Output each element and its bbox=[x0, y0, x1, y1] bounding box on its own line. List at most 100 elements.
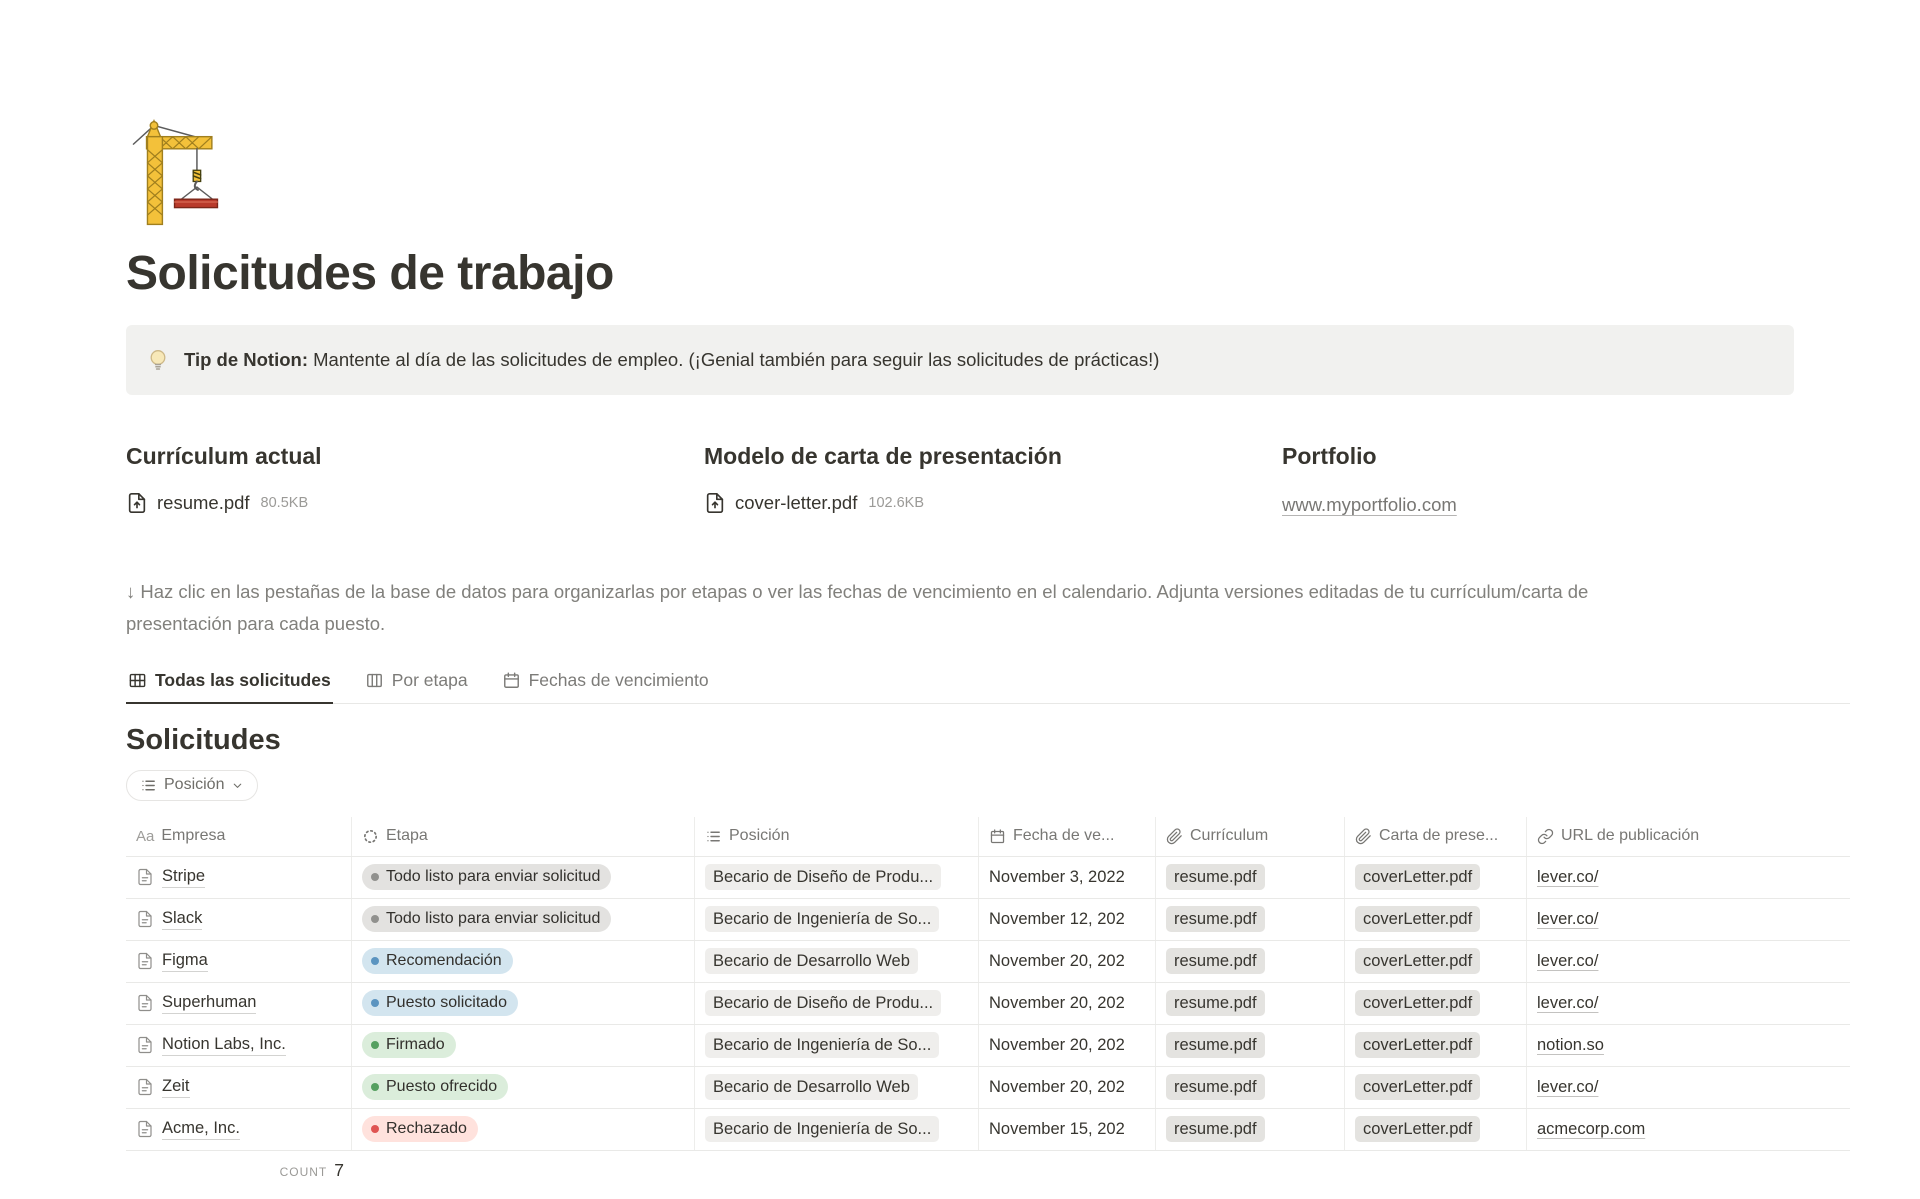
due-date-cell[interactable]: November 20, 202 bbox=[979, 1067, 1156, 1108]
resume-cell[interactable]: resume.pdf bbox=[1156, 941, 1345, 982]
company-cell[interactable]: Stripe bbox=[126, 857, 352, 898]
stage-cell[interactable]: Puesto solicitado bbox=[352, 983, 695, 1024]
tab-todas-las-solicitudes[interactable]: Todas las solicitudes bbox=[126, 662, 333, 704]
column-header-url[interactable]: URL de publicación bbox=[1527, 817, 1850, 856]
column-header-curriculum[interactable]: Currículum bbox=[1156, 817, 1345, 856]
company-name[interactable]: Figma bbox=[162, 951, 208, 972]
company-cell[interactable]: Notion Labs, Inc. bbox=[126, 1025, 352, 1066]
stage-cell[interactable]: Todo listo para enviar solicitud bbox=[352, 899, 695, 940]
posting-url-link[interactable]: lever.co/ bbox=[1537, 868, 1598, 887]
cover-letter-cell[interactable]: coverLetter.pdf bbox=[1345, 899, 1527, 940]
stage-cell[interactable]: Puesto ofrecido bbox=[352, 1067, 695, 1108]
construction-crane-icon[interactable] bbox=[126, 118, 238, 230]
stage-cell[interactable]: Recomendación bbox=[352, 941, 695, 982]
posting-url-link[interactable]: lever.co/ bbox=[1537, 952, 1598, 971]
cover-letter-cell[interactable]: coverLetter.pdf bbox=[1345, 1067, 1527, 1108]
resume-cell[interactable]: resume.pdf bbox=[1156, 899, 1345, 940]
column-header-posicion[interactable]: Posición bbox=[695, 817, 979, 856]
due-date-cell[interactable]: November 20, 202 bbox=[979, 1025, 1156, 1066]
cover-letter-cell[interactable]: coverLetter.pdf bbox=[1345, 1025, 1527, 1066]
position-cell[interactable]: Becario de Desarrollo Web bbox=[695, 941, 979, 982]
position-filter-button[interactable]: Posición bbox=[126, 770, 258, 801]
column-header-fecha[interactable]: Fecha de ve... bbox=[979, 817, 1156, 856]
company-cell[interactable]: Acme, Inc. bbox=[126, 1109, 352, 1150]
resume-file[interactable]: resume.pdf 80.5KB bbox=[126, 492, 704, 514]
company-name[interactable]: Superhuman bbox=[162, 993, 256, 1014]
cover-letter-file[interactable]: cover-letter.pdf 102.6KB bbox=[704, 492, 1282, 514]
position-cell[interactable]: Becario de Diseño de Produ... bbox=[695, 857, 979, 898]
notion-tip-callout[interactable]: Tip de Notion: Mantente al día de las so… bbox=[126, 325, 1794, 395]
stage-cell[interactable]: Todo listo para enviar solicitud bbox=[352, 857, 695, 898]
posting-url-link[interactable]: notion.so bbox=[1537, 1036, 1604, 1055]
resume-cell[interactable]: resume.pdf bbox=[1156, 983, 1345, 1024]
due-date-cell[interactable]: November 20, 202 bbox=[979, 941, 1156, 982]
resume-attachment[interactable]: resume.pdf bbox=[1166, 864, 1265, 890]
resume-cell[interactable]: resume.pdf bbox=[1156, 1109, 1345, 1150]
position-cell[interactable]: Becario de Diseño de Produ... bbox=[695, 983, 979, 1024]
resume-attachment[interactable]: resume.pdf bbox=[1166, 906, 1265, 932]
company-cell[interactable]: Zeit bbox=[126, 1067, 352, 1108]
resume-attachment[interactable]: resume.pdf bbox=[1166, 1032, 1265, 1058]
table-count-row[interactable]: COUNT7 bbox=[126, 1160, 352, 1181]
company-name[interactable]: Zeit bbox=[162, 1077, 190, 1098]
tab-por-etapa[interactable]: Por etapa bbox=[363, 662, 470, 704]
cover-letter-cell[interactable]: coverLetter.pdf bbox=[1345, 1109, 1527, 1150]
position-cell[interactable]: Becario de Desarrollo Web bbox=[695, 1067, 979, 1108]
url-cell[interactable]: lever.co/ bbox=[1527, 1067, 1850, 1108]
company-cell[interactable]: Figma bbox=[126, 941, 352, 982]
posting-url-link[interactable]: lever.co/ bbox=[1537, 994, 1598, 1013]
due-date: November 3, 2022 bbox=[989, 868, 1125, 887]
url-cell[interactable]: lever.co/ bbox=[1527, 983, 1850, 1024]
resume-attachment[interactable]: resume.pdf bbox=[1166, 990, 1265, 1016]
resume-attachment[interactable]: resume.pdf bbox=[1166, 948, 1265, 974]
resume-cell[interactable]: resume.pdf bbox=[1156, 857, 1345, 898]
cover-letter-file-name[interactable]: cover-letter.pdf bbox=[735, 492, 857, 514]
stage-cell[interactable]: Rechazado bbox=[352, 1109, 695, 1150]
cover-letter-attachment[interactable]: coverLetter.pdf bbox=[1355, 990, 1480, 1016]
company-name[interactable]: Notion Labs, Inc. bbox=[162, 1035, 286, 1056]
url-cell[interactable]: notion.so bbox=[1527, 1025, 1850, 1066]
url-cell[interactable]: acmecorp.com bbox=[1527, 1109, 1850, 1150]
column-header-empresa[interactable]: AaEmpresa bbox=[126, 817, 352, 856]
position-cell[interactable]: Becario de Ingeniería de So... bbox=[695, 1109, 979, 1150]
column-header-carta[interactable]: Carta de prese... bbox=[1345, 817, 1527, 856]
table-row: Superhuman Puesto solicitado Becario de … bbox=[126, 983, 1850, 1025]
resume-cell[interactable]: resume.pdf bbox=[1156, 1025, 1345, 1066]
due-date-cell[interactable]: November 20, 202 bbox=[979, 983, 1156, 1024]
cover-letter-attachment[interactable]: coverLetter.pdf bbox=[1355, 948, 1480, 974]
due-date-cell[interactable]: November 12, 202 bbox=[979, 899, 1156, 940]
company-cell[interactable]: Slack bbox=[126, 899, 352, 940]
position-cell[interactable]: Becario de Ingeniería de So... bbox=[695, 899, 979, 940]
due-date-cell[interactable]: November 15, 202 bbox=[979, 1109, 1156, 1150]
cover-letter-cell[interactable]: coverLetter.pdf bbox=[1345, 857, 1527, 898]
posting-url-link[interactable]: lever.co/ bbox=[1537, 1078, 1598, 1097]
tab-label: Por etapa bbox=[392, 670, 468, 691]
column-header-etapa[interactable]: Etapa bbox=[352, 817, 695, 856]
posting-url-link[interactable]: acmecorp.com bbox=[1537, 1120, 1645, 1139]
cover-letter-attachment[interactable]: coverLetter.pdf bbox=[1355, 864, 1480, 890]
company-cell[interactable]: Superhuman bbox=[126, 983, 352, 1024]
company-name[interactable]: Acme, Inc. bbox=[162, 1119, 240, 1140]
cover-letter-cell[interactable]: coverLetter.pdf bbox=[1345, 941, 1527, 982]
tab-fechas-de-vencimiento[interactable]: Fechas de vencimiento bbox=[500, 662, 711, 704]
stage-cell[interactable]: Firmado bbox=[352, 1025, 695, 1066]
company-name[interactable]: Slack bbox=[162, 909, 202, 930]
portfolio-link[interactable]: www.myportfolio.com bbox=[1282, 494, 1457, 516]
position-cell[interactable]: Becario de Ingeniería de So... bbox=[695, 1025, 979, 1066]
posting-url-link[interactable]: lever.co/ bbox=[1537, 910, 1598, 929]
resume-attachment[interactable]: resume.pdf bbox=[1166, 1074, 1265, 1100]
cover-letter-attachment[interactable]: coverLetter.pdf bbox=[1355, 1074, 1480, 1100]
cover-letter-attachment[interactable]: coverLetter.pdf bbox=[1355, 1116, 1480, 1142]
company-name[interactable]: Stripe bbox=[162, 867, 205, 888]
due-date-cell[interactable]: November 3, 2022 bbox=[979, 857, 1156, 898]
url-cell[interactable]: lever.co/ bbox=[1527, 941, 1850, 982]
url-cell[interactable]: lever.co/ bbox=[1527, 899, 1850, 940]
cover-letter-attachment[interactable]: coverLetter.pdf bbox=[1355, 1032, 1480, 1058]
cover-letter-column: Modelo de carta de presentación cover-le… bbox=[704, 443, 1282, 516]
resume-cell[interactable]: resume.pdf bbox=[1156, 1067, 1345, 1108]
url-cell[interactable]: lever.co/ bbox=[1527, 857, 1850, 898]
cover-letter-attachment[interactable]: coverLetter.pdf bbox=[1355, 906, 1480, 932]
cover-letter-cell[interactable]: coverLetter.pdf bbox=[1345, 983, 1527, 1024]
resume-file-name[interactable]: resume.pdf bbox=[157, 492, 250, 514]
resume-attachment[interactable]: resume.pdf bbox=[1166, 1116, 1265, 1142]
